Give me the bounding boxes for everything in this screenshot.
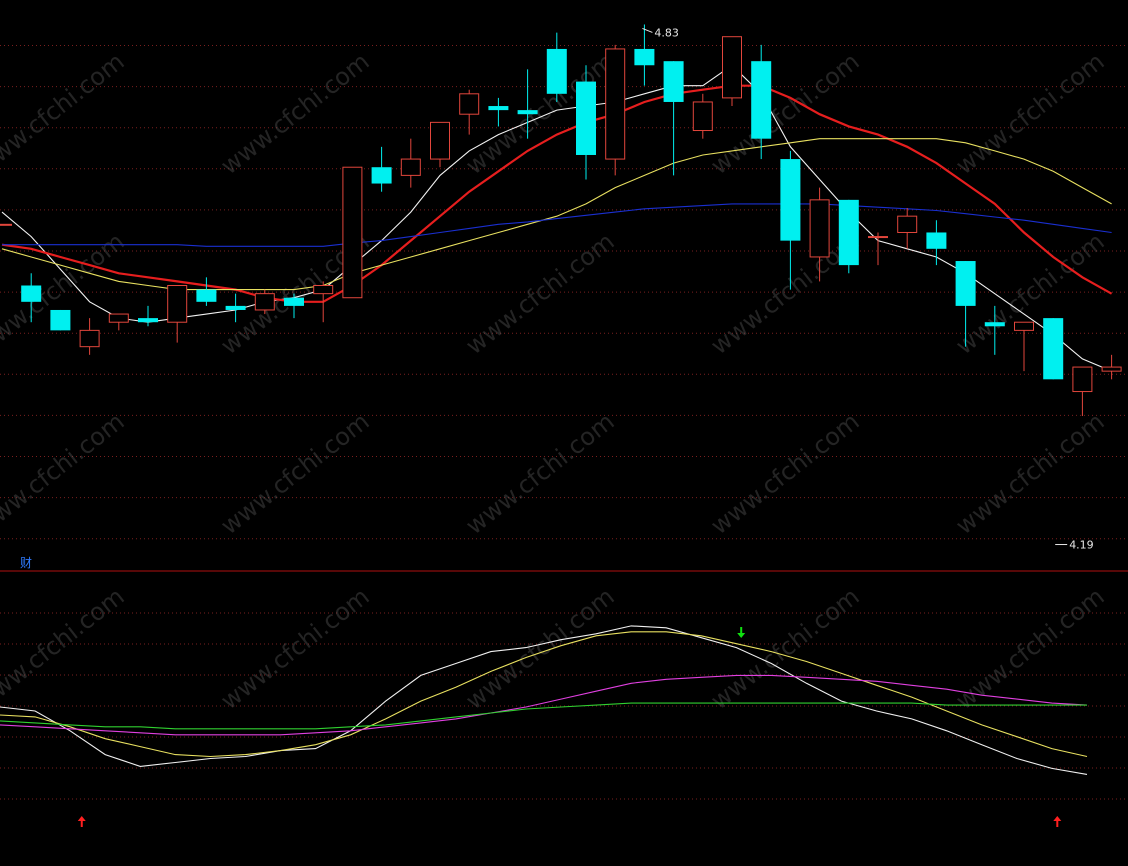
candle-body [430,121,450,160]
candle-body [284,297,304,306]
indicator-panel-label: 财 [20,556,32,570]
watermarks: www.cfchi.com www.cfchi.com www.cfchi.com w… [0,47,1110,715]
candle [634,24,655,86]
candle [1101,354,1122,380]
watermark-text: www.cfchi.com [951,582,1110,715]
candle [838,199,859,274]
watermark-text: www.cfchi.com [951,407,1110,540]
candle-body [546,48,567,94]
candle-body [196,289,217,302]
candle [79,318,100,355]
candle-body [342,166,363,299]
candle-body [1101,366,1122,372]
candle-body [1043,318,1064,380]
candle [138,305,158,327]
watermark-text: www.cfchi.com [706,582,865,715]
candle-body [108,313,129,323]
candle-body [780,159,801,241]
candle-body [663,61,684,102]
candle [1014,321,1034,372]
watermark-text: www.cfchi.com [216,582,375,715]
candle-body [254,293,275,311]
candle [663,61,684,176]
candle [400,138,421,188]
candle [371,146,392,192]
candle-body [1072,366,1093,393]
high-price-label: 4.83 [654,26,679,39]
watermark-text: www.cfchi.com [706,407,865,540]
candle [868,232,888,266]
candle-body [517,110,538,115]
stock-chart: www.cfchi.com www.cfchi.com www.cfchi.com w… [0,24,1128,827]
candle [342,166,363,299]
candle-body [79,329,100,348]
candle [50,309,71,331]
candle [1043,318,1064,380]
candle-body [138,318,158,323]
candle [926,220,947,266]
candle-body [751,61,772,139]
candle-body [0,223,12,226]
candle-body [400,158,421,176]
candle-body [225,305,246,310]
candle [692,93,713,139]
watermark-text: www.cfchi.com [0,47,130,180]
candle-body [1014,321,1034,331]
candle [196,277,217,306]
candle-body [868,236,888,239]
watermark-text: www.cfchi.com [216,407,375,540]
candle [576,65,596,180]
candle [167,285,188,343]
ind_magenta-line [0,674,1088,736]
candle-body [371,167,392,184]
buy-arrow-icon [1053,816,1062,827]
sell-arrow-icon [737,627,746,638]
candle-body [926,232,947,249]
buy-arrow-icon [77,816,86,827]
candle-body [21,285,42,302]
watermark-text: www.cfchi.com [216,47,375,180]
candle [722,36,742,107]
candle-body [897,215,918,233]
candle [0,223,12,226]
watermark-text: www.cfchi.com [951,47,1110,180]
candle-body [313,285,334,295]
candle-body [605,48,626,160]
candlesticks [0,24,1122,417]
low-price-marker: 4.19 [1055,539,1094,552]
candle-body [576,81,596,155]
watermark-text: www.cfchi.com [461,582,620,715]
candle [897,208,918,249]
candle [108,313,129,331]
ind_green-line [0,702,1087,730]
candle-body [955,261,976,306]
indicator-signals [77,627,1062,827]
candle-body [167,285,188,323]
candle-body [634,48,655,66]
candle-body [722,36,742,99]
low-price-label: 4.19 [1069,539,1094,552]
high-price-marker: 4.83 [642,26,679,39]
candle-body [838,199,859,266]
watermark-text: www.cfchi.com [0,407,130,540]
candle-body [809,199,830,258]
candle [430,121,450,168]
candle-body [984,322,1005,327]
watermark-text: www.cfchi.com [461,227,620,360]
candle-body [488,106,509,111]
candle-body [459,93,480,115]
candle-body [692,101,713,132]
candle [605,44,626,176]
candle [459,89,480,135]
candle-body [50,309,71,331]
watermark-text: www.cfchi.com [0,582,130,715]
candle [546,32,567,102]
candle [254,289,275,315]
watermark-text: www.cfchi.com [461,407,620,540]
